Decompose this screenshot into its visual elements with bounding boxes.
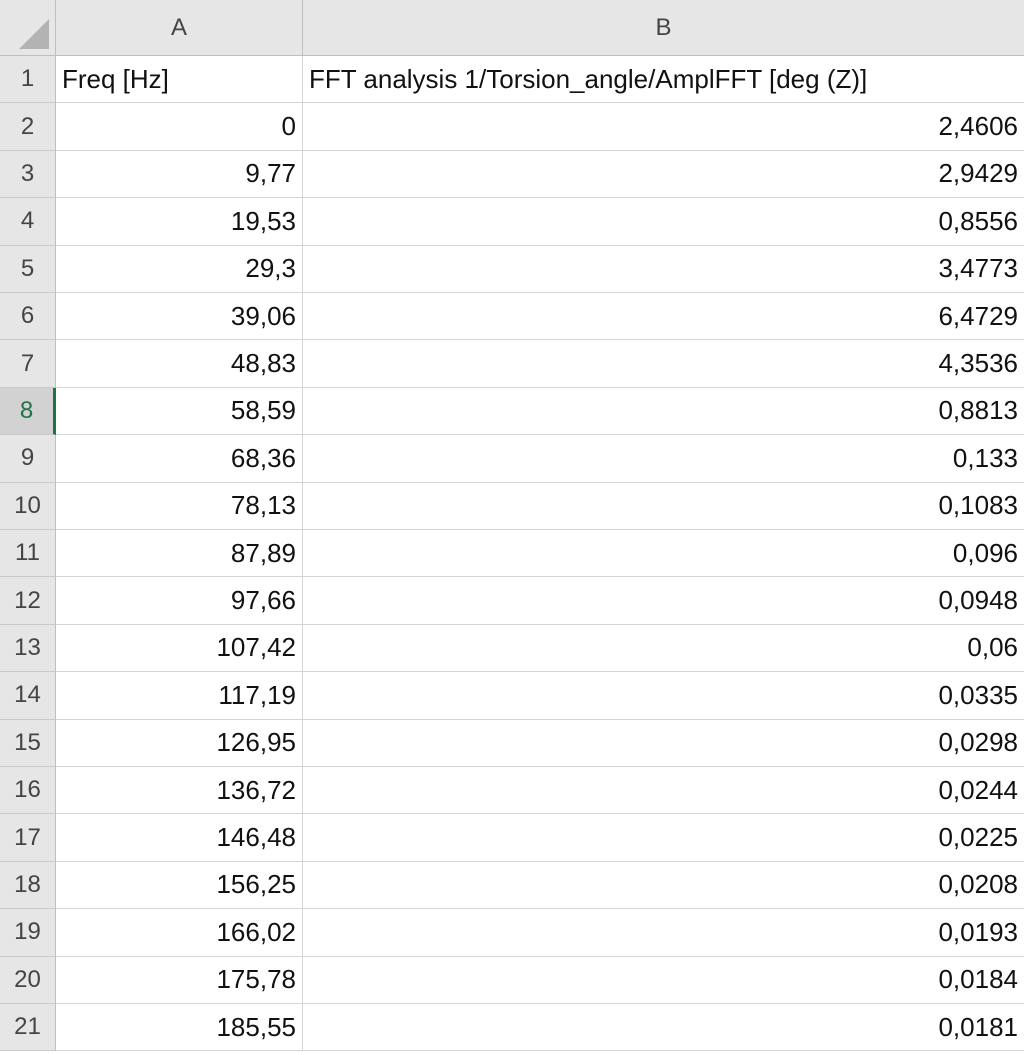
row-header[interactable]: 17 xyxy=(0,814,56,862)
row-header[interactable]: 13 xyxy=(0,624,56,673)
cell-a[interactable]: 9,77 xyxy=(56,150,303,199)
row-header[interactable]: 7 xyxy=(0,340,56,388)
select-all-corner[interactable] xyxy=(0,0,56,56)
cell-b[interactable]: 0,8813 xyxy=(303,388,1024,436)
table-row: 12 97,66 0,0948 xyxy=(0,577,1024,625)
cell-b[interactable]: 0,0244 xyxy=(303,767,1024,815)
row-header[interactable]: 14 xyxy=(0,672,56,720)
cell-b[interactable]: 2,9429 xyxy=(303,151,1024,199)
cell-b[interactable]: 0,0184 xyxy=(303,957,1024,1004)
column-header-a[interactable]: A xyxy=(56,0,303,56)
cell-b[interactable]: 2,4606 xyxy=(303,103,1024,151)
select-all-triangle-icon xyxy=(19,19,49,49)
table-row: 13 107,42 0,06 xyxy=(0,624,1024,673)
row-header[interactable]: 19 xyxy=(0,909,56,957)
cell-a[interactable]: 166,02 xyxy=(56,909,303,957)
row-header[interactable]: 4 xyxy=(0,198,56,246)
cell-b[interactable]: 0,133 xyxy=(303,435,1024,483)
table-row: 9 68,36 0,133 xyxy=(0,435,1024,483)
cell-a[interactable]: 87,89 xyxy=(56,530,303,578)
cell-b[interactable]: 0,06 xyxy=(303,625,1024,673)
cell-b[interactable]: 0,0225 xyxy=(303,814,1024,862)
cell-b[interactable]: FFT analysis 1/Torsion_angle/AmplFFT [de… xyxy=(303,56,1024,104)
row-header[interactable]: 5 xyxy=(0,245,56,293)
cell-b[interactable]: 0,1083 xyxy=(303,483,1024,530)
table-row: 10 78,13 0,1083 xyxy=(0,482,1024,530)
cell-a[interactable]: 185,55 xyxy=(56,1004,303,1052)
table-row: 6 39,06 6,4729 xyxy=(0,293,1024,341)
cell-b[interactable]: 0,0181 xyxy=(303,1004,1024,1052)
column-header-b[interactable]: B xyxy=(303,0,1024,56)
row-header[interactable]: 10 xyxy=(0,482,56,530)
row-header[interactable]: 21 xyxy=(0,1004,56,1052)
table-row: 18 156,25 0,0208 xyxy=(0,861,1024,910)
row-header[interactable]: 15 xyxy=(0,719,56,767)
table-row: 21 185,55 0,0181 xyxy=(0,1004,1024,1052)
table-row: 16 136,72 0,0244 xyxy=(0,767,1024,815)
cell-a[interactable]: 107,42 xyxy=(56,624,303,673)
table-row: 11 87,89 0,096 xyxy=(0,530,1024,578)
cell-b[interactable]: 0,0193 xyxy=(303,909,1024,957)
table-row: 3 9,77 2,9429 xyxy=(0,150,1024,199)
cell-b[interactable]: 4,3536 xyxy=(303,340,1024,388)
cell-a[interactable]: 78,13 xyxy=(56,482,303,530)
table-row: 14 117,19 0,0335 xyxy=(0,672,1024,720)
cell-b[interactable]: 0,8556 xyxy=(303,198,1024,246)
table-row: 4 19,53 0,8556 xyxy=(0,198,1024,246)
cell-b[interactable]: 0,0335 xyxy=(303,672,1024,720)
cell-a[interactable]: 29,3 xyxy=(56,245,303,293)
table-row: 5 29,3 3,4773 xyxy=(0,245,1024,293)
cell-a[interactable]: 97,66 xyxy=(56,577,303,625)
row-header[interactable]: 9 xyxy=(0,435,56,483)
cell-a[interactable]: Freq [Hz] xyxy=(56,56,303,104)
table-row: 19 166,02 0,0193 xyxy=(0,909,1024,957)
row-header[interactable]: 20 xyxy=(0,956,56,1004)
table-row: 7 48,83 4,3536 xyxy=(0,340,1024,388)
row-header[interactable]: 3 xyxy=(0,150,56,199)
table-row: 1 Freq [Hz] FFT analysis 1/Torsion_angle/A… xyxy=(0,56,1024,104)
cell-b[interactable]: 0,096 xyxy=(303,530,1024,578)
cell-a[interactable]: 136,72 xyxy=(56,767,303,815)
cell-a[interactable]: 0 xyxy=(56,103,303,151)
table-row: 17 146,48 0,0225 xyxy=(0,814,1024,862)
table-row: 15 126,95 0,0298 xyxy=(0,719,1024,767)
cell-b[interactable]: 0,0208 xyxy=(303,862,1024,910)
cell-a[interactable]: 175,78 xyxy=(56,956,303,1004)
cell-a[interactable]: 68,36 xyxy=(56,435,303,483)
row-header[interactable]: 16 xyxy=(0,767,56,815)
cell-a[interactable]: 58,59 xyxy=(56,387,303,436)
cell-b[interactable]: 0,0298 xyxy=(303,720,1024,767)
row-header[interactable]: 12 xyxy=(0,577,56,625)
cell-a[interactable]: 126,95 xyxy=(56,719,303,767)
row-header[interactable]: 6 xyxy=(0,293,56,341)
cell-a[interactable]: 156,25 xyxy=(56,861,303,910)
cell-b[interactable]: 3,4773 xyxy=(303,246,1024,293)
cell-a[interactable]: 146,48 xyxy=(56,814,303,862)
cell-a[interactable]: 39,06 xyxy=(56,293,303,341)
cell-a[interactable]: 19,53 xyxy=(56,198,303,246)
row-header[interactable]: 2 xyxy=(0,103,56,151)
spreadsheet-grid: A B 1 Freq [Hz] FFT analysis 1/Torsion_ang… xyxy=(0,0,1024,1055)
table-row: 2 0 2,4606 xyxy=(0,103,1024,151)
row-header[interactable]: 11 xyxy=(0,530,56,578)
cell-b[interactable]: 0,0948 xyxy=(303,577,1024,625)
row-header[interactable]: 18 xyxy=(0,861,56,910)
row-header[interactable]: 1 xyxy=(0,56,56,104)
cell-a[interactable]: 117,19 xyxy=(56,672,303,720)
row-header[interactable]: 8 xyxy=(0,387,56,436)
cell-a[interactable]: 48,83 xyxy=(56,340,303,388)
table-row: 20 175,78 0,0184 xyxy=(0,956,1024,1004)
table-row: 8 58,59 0,8813 xyxy=(0,387,1024,436)
cell-b[interactable]: 6,4729 xyxy=(303,293,1024,341)
